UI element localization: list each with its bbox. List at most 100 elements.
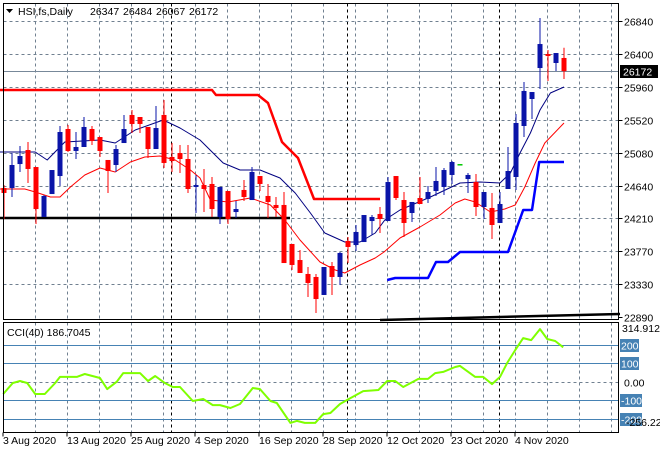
candle (9, 153, 15, 198)
price-chart[interactable]: 26840 26400 25960 25520 25080 24640 24210 23770… (0, 0, 660, 450)
candle (537, 18, 543, 90)
candle (289, 243, 295, 270)
candle (361, 215, 367, 243)
cci-panel (2, 328, 619, 424)
candle-body (377, 213, 383, 219)
candle (25, 141, 31, 183)
candle (273, 197, 279, 217)
candle-body (513, 123, 519, 177)
candle (113, 144, 119, 172)
candle-body (497, 204, 503, 223)
y-tick-label: 23770 (624, 247, 653, 259)
candle (401, 192, 407, 237)
candle-body (529, 92, 535, 99)
candle (545, 50, 551, 81)
candle-body (305, 273, 311, 283)
candle (177, 144, 183, 174)
candle-body (17, 156, 23, 165)
x-tick-label: 16 Sep 2020 (259, 435, 319, 447)
candle-body (313, 276, 319, 300)
candle-body (193, 185, 199, 187)
candle (153, 105, 159, 150)
candle-body (385, 182, 391, 222)
candle-body (113, 149, 119, 165)
candle (41, 195, 47, 217)
candle (353, 225, 359, 252)
candle-body (545, 54, 551, 57)
candle-body (561, 57, 567, 72)
candle (481, 192, 487, 219)
close-value: 26172 (189, 6, 218, 18)
y-tick-label: 25520 (624, 116, 653, 128)
candle (33, 167, 39, 225)
triangle-down-icon[interactable] (6, 9, 13, 13)
y-tick-label: 26400 (624, 50, 653, 62)
candle-body (425, 192, 431, 199)
x-tick-label: 28 Sep 2020 (323, 435, 383, 447)
candle (297, 249, 303, 273)
candle-body (481, 192, 487, 207)
x-tick-label: 12 Oct 2020 (387, 435, 444, 447)
candle-body (289, 243, 295, 265)
candle-body (353, 231, 359, 246)
candle (209, 177, 215, 217)
candle (121, 114, 127, 144)
chart-header: HSI,fs,Daily 26347 26484 26067 26172 (6, 6, 218, 18)
candle-body (145, 126, 151, 150)
candle-body (537, 44, 543, 69)
candle-body (505, 171, 511, 189)
candle-body (449, 162, 455, 175)
candle-body (393, 176, 399, 198)
candle (129, 110, 135, 133)
candle (433, 167, 439, 196)
candle (193, 174, 199, 213)
candle (281, 192, 287, 264)
candle-body (97, 137, 103, 151)
candle-body (489, 207, 495, 225)
candle (89, 126, 95, 145)
candle (17, 146, 23, 172)
candle (369, 215, 375, 235)
symbol-label: HSI,fs,Daily (18, 6, 74, 18)
cci-level-label: 100 (621, 359, 639, 371)
candle-body (153, 128, 159, 150)
candle-body (177, 153, 183, 159)
candle-body (329, 266, 335, 277)
candle (553, 53, 559, 72)
candle-body (345, 240, 351, 247)
current-price-label: 26172 (623, 67, 652, 79)
candle-body (433, 180, 439, 192)
candle (257, 176, 263, 192)
candle (329, 261, 335, 295)
x-tick-label: 4 Sep 2020 (195, 435, 249, 447)
x-tick-label: 3 Aug 2020 (3, 435, 56, 447)
candle-body (137, 117, 143, 124)
cci-level-label: -100 (621, 396, 642, 408)
candle-body (33, 167, 39, 210)
cci-label: CCI(40) 186.7045 (7, 327, 91, 339)
x-tick-label: 4 Nov 2020 (515, 435, 569, 447)
candle-body (73, 147, 79, 151)
candle-body (121, 129, 127, 144)
candle-body (57, 132, 63, 177)
candle (521, 81, 527, 138)
candle (265, 183, 271, 219)
candle (105, 159, 111, 193)
candle-body (553, 53, 559, 63)
candle-body (521, 90, 527, 126)
candle-body (161, 114, 167, 163)
candle-body (297, 260, 303, 273)
candle-body (129, 114, 135, 124)
candle-body (9, 165, 15, 189)
indicator-overlays (0, 86, 621, 322)
candle (385, 177, 391, 222)
x-tick-label: 25 Aug 2020 (131, 435, 190, 447)
candle-body (417, 198, 423, 204)
candle (457, 164, 463, 166)
candle-body (241, 189, 247, 198)
candle-body (225, 191, 231, 219)
candle-body (409, 201, 415, 213)
cci-zero-label: 0.00 (624, 378, 645, 390)
candle-body (81, 126, 87, 147)
candle (393, 176, 399, 201)
